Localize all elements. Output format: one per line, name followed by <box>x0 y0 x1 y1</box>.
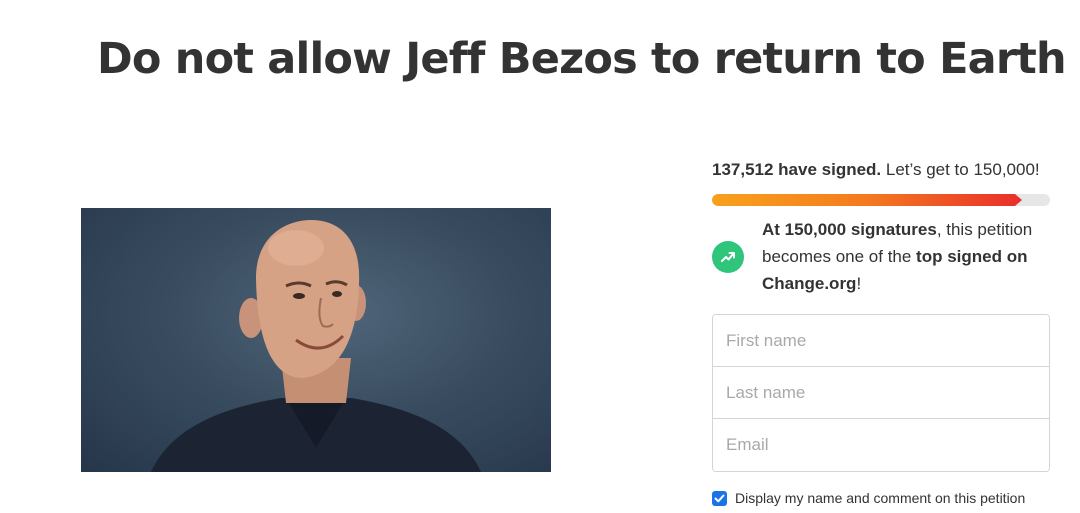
signature-progress-bar <box>712 194 1050 206</box>
petition-page: Do not allow Jeff Bezos to return to Ear… <box>0 0 1080 513</box>
signature-panel: 137,512 have signed. Let’s get to 150,00… <box>712 158 1050 506</box>
signature-form <box>712 314 1050 472</box>
milestone-text-end: ! <box>856 274 862 293</box>
email-input[interactable] <box>713 419 1049 471</box>
display-name-consent[interactable]: Display my name and comment on this peti… <box>712 490 1050 506</box>
first-name-input[interactable] <box>713 315 1049 367</box>
checkmark-icon <box>714 494 725 502</box>
page-title: Do not allow Jeff Bezos to return to Ear… <box>97 34 1067 84</box>
signed-count: 137,512 have signed. <box>712 160 882 179</box>
goal-text: Let’s get to 150,000! <box>881 160 1040 179</box>
signature-count: 137,512 have signed. Let’s get to 150,00… <box>712 158 1050 182</box>
progress-arrow <box>1015 194 1022 206</box>
milestone-text: At 150,000 signatures, this petition bec… <box>762 216 1050 297</box>
consent-checkbox[interactable] <box>712 490 727 506</box>
petition-photo <box>81 208 551 472</box>
trending-up-icon <box>712 240 744 273</box>
milestone-strong-goal: At 150,000 signatures <box>762 220 937 239</box>
progress-fill <box>712 194 1015 206</box>
consent-label: Display my name and comment on this peti… <box>735 490 1026 506</box>
milestone-callout: At 150,000 signatures, this petition bec… <box>712 216 1050 297</box>
last-name-input[interactable] <box>713 367 1049 419</box>
